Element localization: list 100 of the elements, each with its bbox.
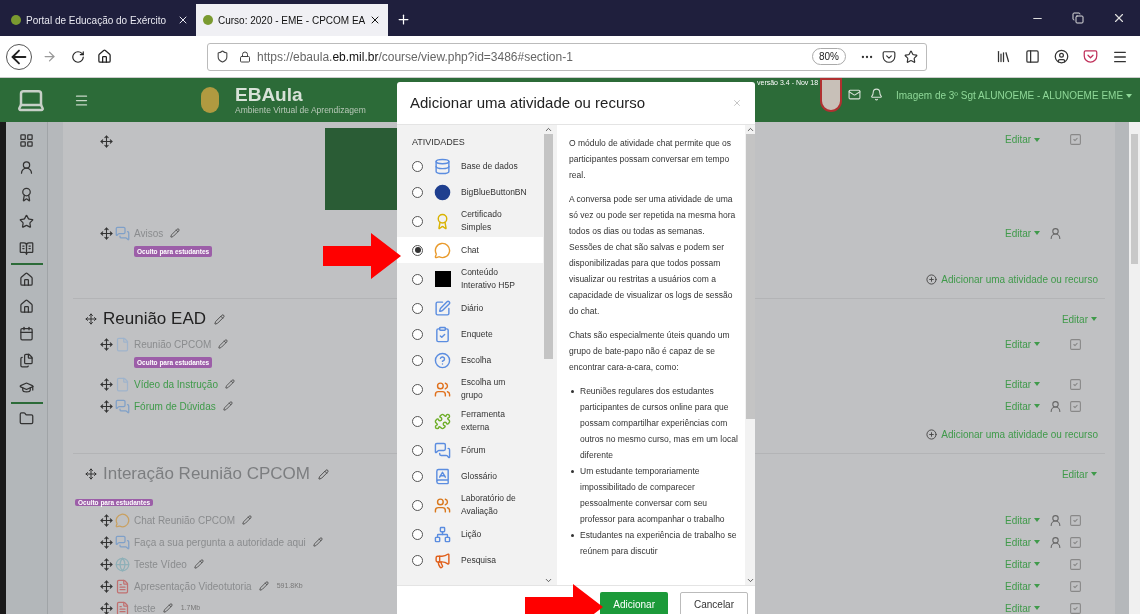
completion-checkbox[interactable]: [1068, 337, 1082, 351]
completion-checkbox[interactable]: [1068, 513, 1082, 527]
edit-pencil-icon[interactable]: [214, 313, 225, 325]
move-icon[interactable]: [85, 313, 97, 325]
account-icon[interactable]: [1054, 49, 1069, 64]
edit-pencil-icon[interactable]: [258, 581, 269, 591]
new-tab-icon[interactable]: [396, 12, 411, 27]
grades-book-icon[interactable]: [19, 241, 34, 256]
radio-button[interactable]: [412, 470, 423, 482]
bell-icon[interactable]: [870, 88, 883, 101]
activity-option[interactable]: Conteúdo Interativo H5P: [397, 263, 543, 295]
folder-icon[interactable]: [19, 411, 34, 426]
add-activity-link[interactable]: Adicionar uma atividade ou recurso: [926, 271, 1098, 287]
activity-option[interactable]: Escolha: [397, 347, 543, 373]
edit-pencil-icon[interactable]: [162, 603, 173, 613]
forward-icon[interactable]: [42, 49, 57, 64]
activity-option[interactable]: BigBlueButtonBN: [397, 179, 543, 205]
badge-icon[interactable]: [19, 187, 34, 202]
page-scrollbar[interactable]: [1129, 122, 1140, 614]
library-icon[interactable]: [996, 49, 1011, 64]
edit-menu[interactable]: Editar: [1005, 556, 1045, 572]
browser-tab[interactable]: Portal de Educação do Exército: [4, 4, 196, 36]
close-window-icon[interactable]: [1112, 11, 1126, 25]
edit-pencil-icon[interactable]: [312, 537, 323, 547]
move-icon[interactable]: [85, 468, 97, 480]
move-icon[interactable]: [100, 337, 113, 351]
radio-button[interactable]: [412, 554, 423, 566]
files-icon[interactable]: [19, 353, 34, 368]
completion-checkbox[interactable]: [1068, 579, 1082, 593]
edit-menu[interactable]: Editar: [1005, 336, 1045, 352]
activity-option[interactable]: Certificado Simples: [397, 205, 543, 237]
browser-tab[interactable]: Curso: 2020 - EME - CPCOM EA: [196, 4, 388, 36]
move-icon[interactable]: [100, 377, 113, 391]
activity-option[interactable]: Ferramenta externa: [397, 405, 543, 437]
scroll-up-icon[interactable]: [745, 125, 755, 134]
scrollbar[interactable]: [543, 125, 553, 585]
home-icon[interactable]: [97, 49, 112, 64]
activity-option[interactable]: Diário: [397, 295, 543, 321]
pocket-icon[interactable]: [882, 49, 896, 64]
activity-link[interactable]: Fórum de Dúvidas: [134, 398, 216, 414]
move-icon[interactable]: [100, 535, 113, 549]
edit-menu[interactable]: Editar: [1005, 398, 1045, 414]
move-icon[interactable]: [100, 513, 113, 527]
restore-icon[interactable]: [1072, 12, 1084, 24]
url-field[interactable]: https://ebaula.eb.mil.br/course/view.php?id=3486#section-1 80%: [207, 42, 927, 71]
radio-button[interactable]: [412, 215, 423, 227]
move-icon[interactable]: [100, 135, 113, 148]
calendar-icon[interactable]: [19, 326, 34, 341]
dashboard-grid-icon[interactable]: [19, 133, 34, 148]
radio-button[interactable]: [412, 444, 423, 456]
activity-option[interactable]: Glossário: [397, 463, 543, 489]
activity-option[interactable]: Pesquisa: [397, 547, 543, 573]
bookmark-star-icon[interactable]: [904, 49, 918, 64]
reload-icon[interactable]: [71, 49, 85, 64]
edit-pencil-icon[interactable]: [222, 401, 233, 411]
edit-pencil-icon[interactable]: [224, 379, 235, 389]
move-icon[interactable]: [100, 399, 113, 413]
edit-menu[interactable]: Editar: [1005, 578, 1045, 594]
completion-checkbox[interactable]: [1068, 133, 1082, 146]
completion-checkbox[interactable]: [1068, 601, 1082, 614]
move-icon[interactable]: [100, 601, 113, 614]
radio-button[interactable]: [412, 528, 423, 540]
add-button[interactable]: Adicionar: [600, 592, 668, 614]
radio-button[interactable]: [412, 244, 423, 256]
scroll-down-icon[interactable]: [745, 576, 755, 585]
close-tab-icon[interactable]: [177, 14, 189, 26]
activity-link[interactable]: Vídeo da Instrução: [134, 376, 218, 392]
radio-button[interactable]: [412, 302, 423, 314]
scrollbar[interactable]: [745, 125, 755, 585]
mail-icon[interactable]: [848, 88, 861, 101]
extension-icon[interactable]: [1083, 49, 1098, 64]
edit-pencil-icon[interactable]: [242, 515, 253, 525]
scroll-down-icon[interactable]: [543, 576, 553, 585]
radio-button[interactable]: [412, 415, 423, 427]
home-icon[interactable]: [19, 299, 34, 314]
completion-checkbox[interactable]: [1068, 535, 1082, 549]
cancel-button[interactable]: Cancelar: [679, 592, 748, 614]
edit-pencil-icon[interactable]: [317, 468, 329, 480]
activity-option[interactable]: Base de dados: [397, 153, 543, 179]
radio-button[interactable]: [412, 328, 423, 340]
activity-option[interactable]: Fórum: [397, 437, 543, 463]
radio-button[interactable]: [412, 273, 423, 285]
move-icon[interactable]: [100, 226, 113, 240]
edit-pencil-icon[interactable]: [193, 559, 204, 569]
user-menu[interactable]: Imagem de 3º Sgt ALUNOEME - ALUNOEME EME: [896, 88, 1133, 103]
completion-checkbox[interactable]: [1068, 399, 1082, 413]
edit-menu[interactable]: Editar: [1061, 311, 1097, 327]
activity-option[interactable]: Chat: [397, 237, 543, 263]
radio-button[interactable]: [412, 354, 423, 366]
lock-icon[interactable]: [239, 50, 251, 63]
radio-button[interactable]: [412, 160, 423, 172]
radio-button[interactable]: [412, 499, 423, 511]
move-icon[interactable]: [100, 579, 113, 593]
completion-checkbox[interactable]: [1068, 557, 1082, 571]
scroll-up-icon[interactable]: [543, 125, 553, 134]
radio-button[interactable]: [412, 186, 423, 198]
shield-icon[interactable]: [216, 50, 229, 63]
edit-menu[interactable]: Editar: [1061, 466, 1097, 482]
activity-option[interactable]: Laboratório de Avaliação: [397, 489, 543, 521]
move-icon[interactable]: [100, 557, 113, 571]
